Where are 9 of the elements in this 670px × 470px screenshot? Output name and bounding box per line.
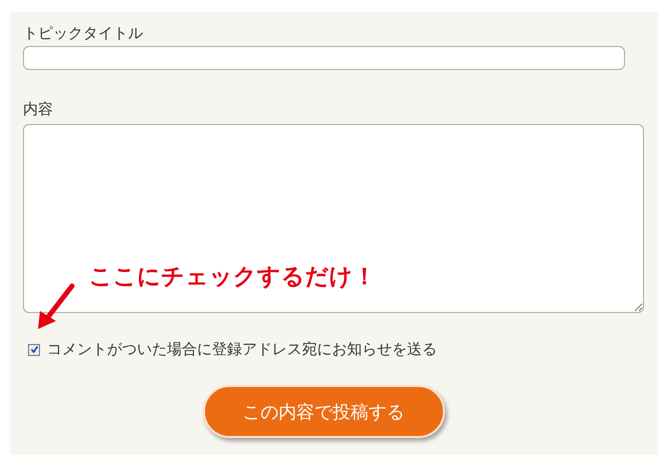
checkbox-label: コメントがついた場合に登録アドレス宛にお知らせを送る	[47, 340, 437, 359]
title-input-field[interactable]	[23, 46, 625, 70]
field-label: トピックタイトル	[23, 24, 144, 44]
submit-button[interactable]: この内容で投稿する	[202, 385, 444, 438]
notify-checkbox[interactable]	[28, 344, 40, 356]
field-label: 内容	[23, 100, 54, 120]
arrow-icon	[36, 283, 76, 331]
content-text-area[interactable]	[23, 124, 644, 313]
annotation-text: ここにチェックするだけ！	[89, 263, 376, 292]
